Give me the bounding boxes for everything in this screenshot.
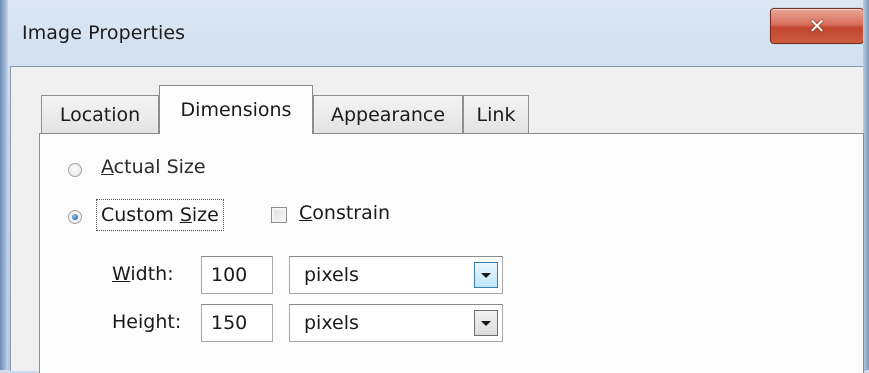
- height-accelerator: g: [143, 311, 156, 333]
- width-input[interactable]: 100: [201, 256, 273, 294]
- tab-link-label: Link: [476, 103, 516, 126]
- actual-size-label[interactable]: Actual Size: [101, 156, 206, 178]
- height-unit-value: pixels: [304, 312, 359, 334]
- width-unit-dropdown-button[interactable]: [474, 262, 498, 288]
- actual-size-radio[interactable]: [68, 163, 82, 177]
- width-label: Width:: [112, 263, 174, 285]
- width-unit-value: pixels: [304, 264, 359, 286]
- height-unit-select[interactable]: pixels: [289, 304, 503, 342]
- tab-link[interactable]: Link: [463, 95, 529, 133]
- tab-dimensions[interactable]: Dimensions: [159, 85, 313, 134]
- window-title: Image Properties: [22, 22, 186, 44]
- constrain-checkbox[interactable]: [271, 207, 287, 223]
- width-unit-select[interactable]: pixels: [289, 256, 503, 294]
- close-icon: ✕: [808, 14, 826, 38]
- actual-size-accelerator: A: [101, 156, 114, 178]
- dialog-window: Image Properties ✕ Location Dimensions A…: [0, 0, 869, 373]
- custom-size-radio[interactable]: [68, 210, 82, 224]
- tab-dimensions-label: Dimensions: [180, 99, 292, 121]
- chevron-down-icon: [481, 272, 491, 278]
- dialog-client-area: Location Dimensions Appearance Link Actu…: [10, 66, 865, 373]
- height-input[interactable]: 150: [201, 304, 273, 342]
- custom-size-label[interactable]: Custom Size: [96, 199, 224, 231]
- tab-location[interactable]: Location: [41, 95, 159, 133]
- custom-size-accelerator: S: [179, 204, 192, 226]
- tab-appearance-label: Appearance: [330, 103, 446, 126]
- width-accelerator: W: [112, 263, 131, 285]
- height-unit-dropdown-button[interactable]: [474, 310, 498, 336]
- chevron-down-icon: [481, 320, 491, 326]
- constrain-accelerator: C: [299, 202, 313, 224]
- constrain-label[interactable]: Constrain: [299, 202, 390, 224]
- dimensions-tab-page: Actual Size Custom Size Constrain Width:…: [39, 133, 864, 373]
- tab-location-label: Location: [59, 103, 141, 126]
- close-button[interactable]: ✕: [770, 8, 864, 44]
- tab-appearance[interactable]: Appearance: [313, 95, 463, 133]
- height-label: Height:: [112, 311, 182, 333]
